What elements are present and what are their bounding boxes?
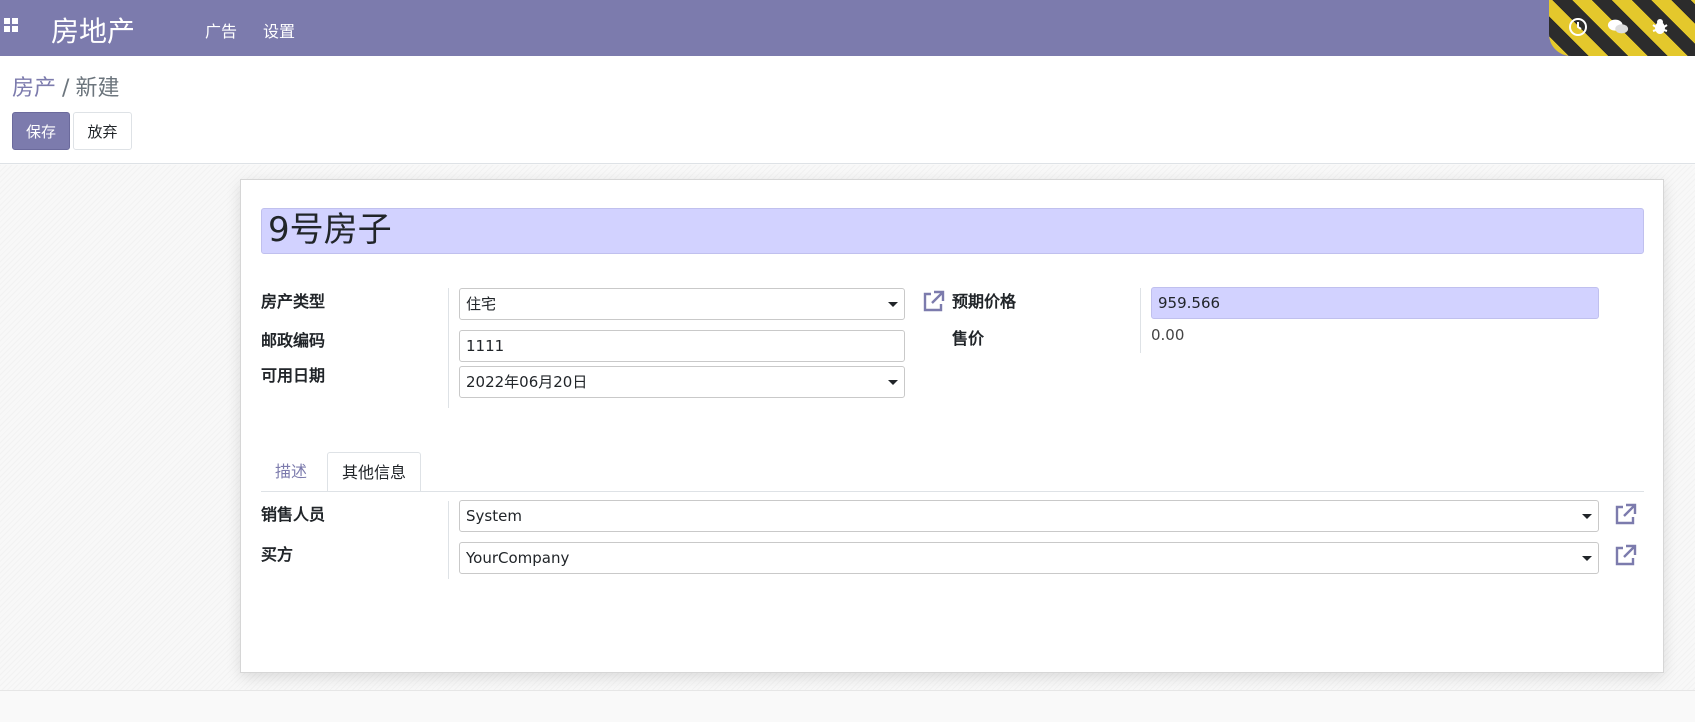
apps-menu-icon[interactable] (4, 18, 20, 34)
app-brand[interactable]: 房地产 (51, 10, 135, 50)
field-divider (1140, 288, 1141, 353)
form-view-background: 9号房子 房产类型 邮政编码 可用日期 住宅 1111 2022年06月20日 … (0, 165, 1695, 690)
field-divider (448, 288, 449, 408)
buyer-value: YourCompany (466, 549, 570, 567)
breadcrumb-current: 新建 (75, 76, 120, 101)
salesperson-label: 销售人员 (261, 505, 326, 524)
expected-price-label: 预期价格 (952, 292, 1017, 311)
date-available-input[interactable]: 2022年06月20日 (459, 366, 905, 398)
chevron-down-icon (888, 302, 898, 307)
debug-mode-banner (1549, 0, 1695, 56)
expected-price-input[interactable]: 959.566 (1151, 287, 1599, 319)
chevron-down-icon (1582, 556, 1592, 561)
debug-bug-icon[interactable] (1649, 16, 1671, 38)
property-type-select[interactable]: 住宅 (459, 288, 905, 320)
form-sheet: 9号房子 房产类型 邮政编码 可用日期 住宅 1111 2022年06月20日 … (240, 179, 1664, 673)
tab-description[interactable]: 描述 (261, 452, 321, 492)
salesperson-select[interactable]: System (459, 500, 1599, 532)
activity-clock-icon[interactable] (1567, 16, 1589, 38)
buyer-select[interactable]: YourCompany (459, 542, 1599, 574)
breadcrumb-separator: / (62, 76, 70, 101)
tab-other-info[interactable]: 其他信息 (327, 452, 422, 492)
control-panel: 房产 / 新建 保存 放弃 (0, 56, 1695, 164)
breadcrumb: 房产 / 新建 (12, 70, 119, 102)
external-link-icon[interactable] (1612, 502, 1638, 528)
bottom-strip (0, 690, 1695, 722)
menu-item-ads[interactable]: 广告 (205, 18, 237, 42)
chevron-down-icon (888, 380, 898, 385)
buyer-label: 买方 (261, 545, 294, 564)
save-button[interactable]: 保存 (12, 112, 70, 150)
top-navbar: 房地产 广告 设置 (0, 0, 1695, 56)
salesperson-value: System (466, 507, 522, 525)
postcode-label: 邮政编码 (261, 331, 326, 350)
external-link-icon[interactable] (1612, 543, 1638, 569)
breadcrumb-parent[interactable]: 房产 (12, 76, 56, 101)
external-link-icon[interactable] (920, 289, 946, 315)
property-name-input[interactable]: 9号房子 (261, 208, 1644, 254)
property-type-value: 住宅 (466, 295, 497, 313)
chevron-down-icon (1582, 514, 1592, 519)
selling-price-label: 售价 (952, 329, 985, 348)
date-available-value: 2022年06月20日 (466, 373, 588, 391)
property-type-label: 房产类型 (261, 292, 326, 311)
messaging-chat-icon[interactable] (1607, 16, 1629, 38)
menu-item-settings[interactable]: 设置 (263, 18, 295, 42)
selling-price-value: 0.00 (1151, 326, 1185, 344)
tab-divider (261, 491, 1644, 492)
discard-button[interactable]: 放弃 (73, 112, 132, 150)
date-available-label: 可用日期 (261, 366, 326, 385)
field-divider (448, 501, 449, 579)
postcode-input[interactable]: 1111 (459, 330, 905, 362)
